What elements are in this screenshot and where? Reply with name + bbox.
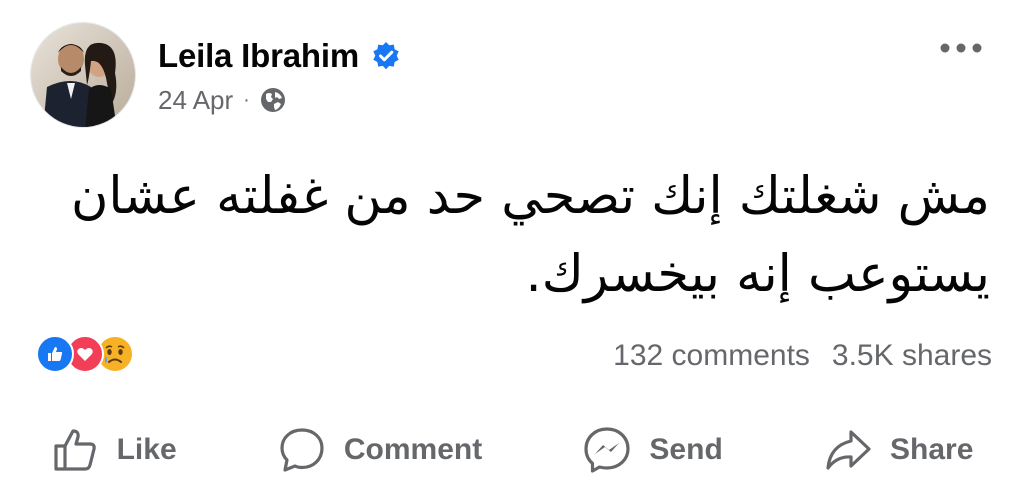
more-options-icon[interactable] (936, 28, 986, 68)
post-meta: 24 Apr · (158, 84, 286, 116)
reaction-summary[interactable] (36, 334, 134, 374)
thumbs-up-icon (54, 429, 96, 471)
send-label: Send (649, 433, 723, 466)
like-label: Like (116, 433, 177, 466)
author-row: Leila Ibrahim (158, 36, 401, 76)
share-label: Share (890, 433, 974, 466)
messenger-icon (584, 427, 631, 473)
action-bar: Like Comment Send Share (0, 420, 1024, 480)
post-header: Leila Ibrahim 24 Apr · (30, 22, 994, 130)
post-stats: 132 comments 3.5K shares (613, 336, 992, 376)
shares-count[interactable]: 3.5K shares (832, 339, 992, 373)
post-date[interactable]: 24 Apr (158, 85, 233, 116)
author-name[interactable]: Leila Ibrahim (158, 37, 359, 75)
meta-separator: · (243, 88, 250, 111)
post-text: مش شغلتك إنك تصحي حد من غفلته عشان يستوع… (70, 167, 990, 304)
send-button[interactable]: Send (583, 426, 723, 474)
verified-badge-icon (371, 41, 401, 71)
avatar[interactable] (30, 22, 136, 128)
comment-icon (280, 428, 324, 472)
share-arrow-icon (826, 430, 871, 470)
comment-button[interactable]: Comment (278, 426, 482, 474)
share-button[interactable]: Share (824, 426, 973, 474)
globe-icon (260, 87, 286, 113)
comments-count[interactable]: 132 comments (613, 339, 810, 373)
like-button[interactable]: Like (51, 426, 177, 474)
comment-label: Comment (343, 433, 483, 466)
like-reaction-icon (36, 335, 74, 373)
